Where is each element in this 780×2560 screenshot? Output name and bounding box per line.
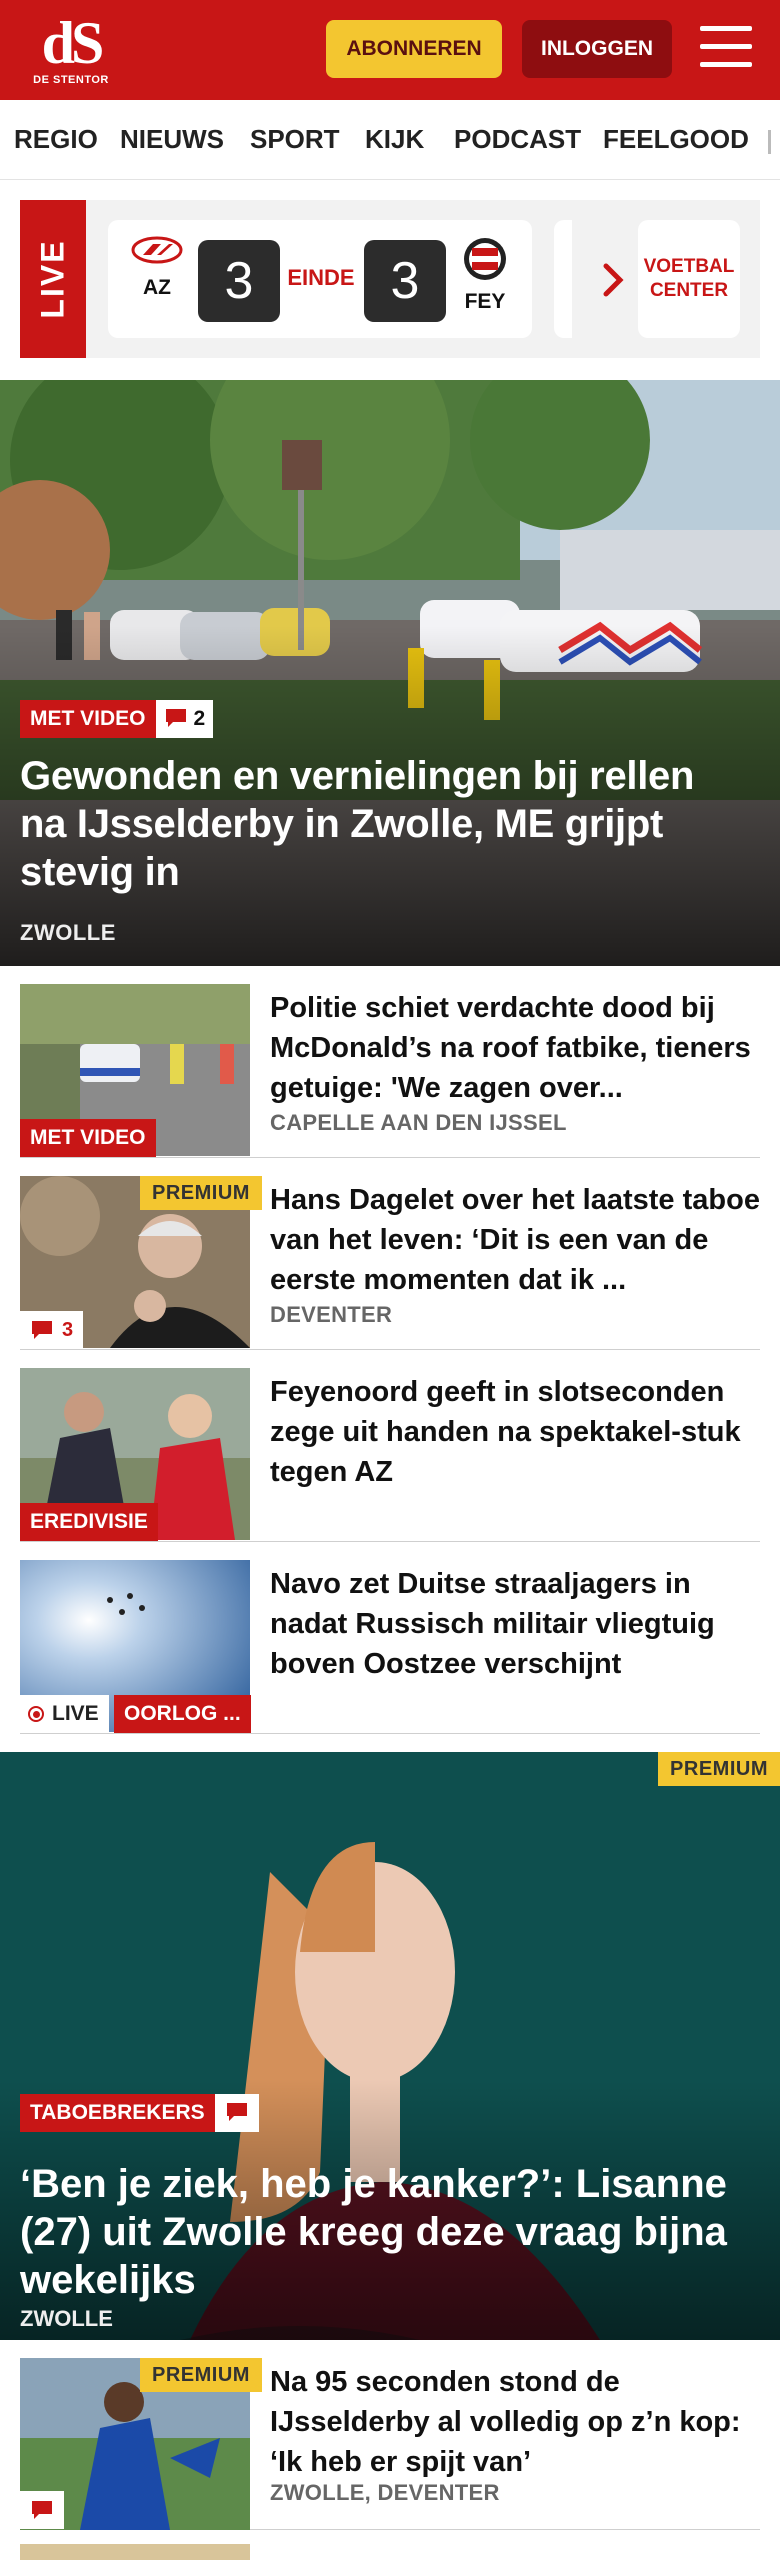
comment-icon bbox=[165, 709, 186, 727]
site-logo[interactable]: dS DE STENTOR bbox=[28, 10, 114, 88]
live-tag: LIVE bbox=[20, 200, 86, 358]
next-match-card[interactable] bbox=[554, 220, 572, 338]
article-title[interactable]: Navo zet Duitse straaljagers in nadat Ru… bbox=[270, 1564, 760, 1684]
comment-count[interactable] bbox=[214, 2094, 259, 2132]
category-badge: TABOEBREKERS bbox=[20, 2094, 215, 2132]
hero-location: ZWOLLE bbox=[20, 920, 116, 945]
hero-title[interactable]: Gewonden en vernielingen bij rellen na I… bbox=[20, 752, 740, 896]
hero-article[interactable]: MET VIDEO 2 Gewonden en vernielingen bij… bbox=[0, 380, 780, 966]
nav-item-kijk[interactable]: KIJK bbox=[365, 124, 424, 155]
category-badge: EREDIVISIE bbox=[20, 1503, 158, 1541]
article-location: CAPELLE AAN DEN IJSSEL bbox=[270, 1110, 567, 1135]
home-score: 3 bbox=[198, 240, 280, 322]
comment-icon bbox=[32, 1321, 52, 1339]
list-item[interactable]: PREMIUM Na 95 seconden stond de IJsselde… bbox=[20, 2340, 760, 2530]
away-score: 3 bbox=[364, 240, 446, 322]
voetbal-center-link[interactable]: VOETBAL CENTER bbox=[638, 220, 740, 338]
nav-item-sport[interactable]: SPORT bbox=[250, 124, 340, 155]
feature-title[interactable]: ‘Ben je ziek, heb je kanker?’: Lisanne (… bbox=[20, 2160, 760, 2304]
premium-badge: PREMIUM bbox=[658, 1752, 780, 1786]
nav-overflow-indicator bbox=[768, 130, 771, 154]
category-badge: OORLOG ... bbox=[114, 1695, 251, 1733]
nav-item-podcast[interactable]: PODCAST bbox=[454, 124, 581, 155]
subscribe-button[interactable]: ABONNEREN bbox=[326, 20, 502, 78]
match-status: EINDE bbox=[287, 265, 355, 290]
site-header: dS DE STENTOR ABONNEREN INLOGGEN bbox=[0, 0, 780, 100]
article-location: DEVENTER bbox=[270, 1302, 393, 1327]
match-card[interactable]: AZ 3 EINDE 3 FEY bbox=[108, 220, 532, 338]
live-dot-icon bbox=[28, 1706, 44, 1722]
menu-icon[interactable] bbox=[700, 26, 752, 72]
home-team: AZ bbox=[120, 236, 194, 300]
feature-location: ZWOLLE bbox=[20, 2306, 113, 2331]
live-scores-strip: LIVE AZ 3 EINDE 3 FEY VOETBAL CENTER bbox=[20, 200, 760, 358]
away-team: FEY bbox=[448, 236, 522, 314]
article-location: ZWOLLE, DEVENTER bbox=[270, 2480, 500, 2505]
section-nav: REGIO NIEUWS SPORT KIJK PODCAST FEELGOOD bbox=[0, 100, 780, 180]
nav-item-feelgood[interactable]: FEELGOOD bbox=[603, 124, 749, 155]
article-title[interactable]: Feyenoord geeft in slotseconden zege uit… bbox=[270, 1372, 760, 1492]
nav-item-regio[interactable]: REGIO bbox=[14, 124, 98, 155]
list-item[interactable]: PREMIUM 3 Hans Dagelet over het laatste … bbox=[20, 1158, 760, 1350]
nav-item-nieuws[interactable]: NIEUWS bbox=[120, 124, 224, 155]
video-badge: MET VIDEO bbox=[20, 1119, 156, 1157]
premium-badge: PREMIUM bbox=[140, 2358, 262, 2392]
logo-mark: dS bbox=[41, 10, 105, 76]
article-title[interactable]: Hans Dagelet over het laatste taboe van … bbox=[270, 1180, 760, 1300]
comment-icon bbox=[32, 2501, 52, 2519]
article-title[interactable]: Politie schiet verdachte dood bij McDona… bbox=[270, 988, 760, 1108]
feyenoord-logo-icon bbox=[464, 238, 506, 280]
premium-badge: PREMIUM bbox=[140, 1176, 262, 1210]
comment-count[interactable]: 3 bbox=[20, 1311, 84, 1349]
list-item[interactable]: EREDIVISIE Feyenoord geeft in slotsecond… bbox=[20, 1350, 760, 1542]
login-button[interactable]: INLOGGEN bbox=[522, 20, 672, 78]
list-item[interactable]: LIVE OORLOG ... Navo zet Duitse straalja… bbox=[20, 1542, 760, 1734]
list-item[interactable]: MET VIDEO Politie schiet verdachte dood … bbox=[20, 966, 760, 1158]
article-title[interactable]: Na 95 seconden stond de IJsselderby al v… bbox=[270, 2362, 760, 2482]
live-indicator: LIVE bbox=[20, 1695, 109, 1733]
next-item-thumbnail bbox=[20, 2544, 250, 2560]
comment-icon bbox=[226, 2103, 247, 2121]
comment-count[interactable] bbox=[20, 2491, 64, 2529]
az-logo-icon bbox=[131, 236, 183, 264]
logo-subtitle: DE STENTOR bbox=[33, 74, 109, 86]
feature-article[interactable]: PREMIUM TABOEBREKERS ‘Ben je ziek, heb j… bbox=[0, 1752, 780, 2340]
comment-count[interactable]: 2 bbox=[155, 700, 214, 738]
chevron-right-icon[interactable] bbox=[594, 260, 634, 300]
video-badge: MET VIDEO bbox=[20, 700, 156, 738]
